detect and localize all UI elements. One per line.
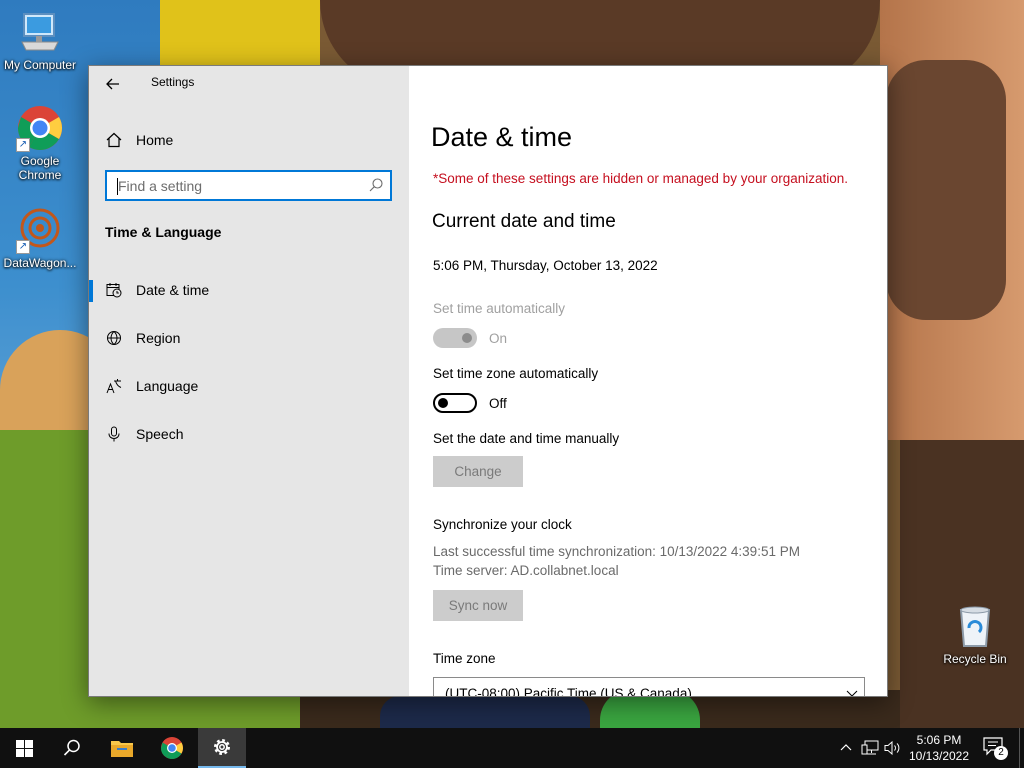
chrome-taskbar-button[interactable] — [148, 728, 196, 768]
settings-content-pane: Date & time *Some of these settings are … — [409, 66, 887, 697]
start-icon — [15, 739, 33, 757]
network-button[interactable] — [860, 738, 880, 758]
nav-item-label: Speech — [136, 426, 184, 442]
set-time-auto-toggle[interactable] — [433, 328, 477, 348]
set-tz-auto-state: Off — [489, 396, 507, 411]
settings-nav-pane: Settings Home Find a setting Time & Lang… — [89, 66, 409, 696]
chrome-icon — [161, 737, 183, 759]
home-icon — [106, 132, 122, 148]
set-manual-label: Set the date and time manually — [433, 431, 620, 446]
date-time-icon — [106, 283, 122, 298]
section-title: Current date and time — [432, 211, 616, 232]
window-title: Settings — [151, 75, 195, 89]
desktop-icon-google-chrome[interactable]: ↗ Google Chrome — [0, 104, 80, 182]
search-icon — [63, 739, 80, 756]
network-icon — [861, 740, 879, 755]
file-explorer-icon — [111, 741, 133, 757]
search-placeholder: Find a setting — [118, 178, 203, 194]
recycle-bin-icon — [951, 602, 999, 650]
nav-home-link[interactable]: Home — [105, 130, 173, 150]
chevron-up-icon — [840, 744, 852, 751]
language-icon — [106, 379, 122, 394]
timezone-value: (UTC-08:00) Pacific Time (US & Canada) — [445, 686, 692, 697]
taskbar-search-button[interactable] — [48, 728, 96, 768]
current-datetime: 5:06 PM, Thursday, October 13, 2022 — [433, 258, 658, 273]
settings-gear-icon — [214, 739, 230, 755]
toggle-knob — [462, 333, 472, 343]
nav-item-language[interactable]: Language — [89, 366, 409, 406]
settings-taskbar-button[interactable] — [198, 728, 246, 768]
page-title: Date & time — [431, 122, 573, 152]
desktop-icon-label: My Computer — [3, 58, 77, 72]
file-explorer-button[interactable] — [98, 728, 146, 768]
nav-item-label: Language — [136, 378, 199, 394]
clock-time: 5:06 PM — [916, 733, 962, 747]
set-tz-auto-label: Set time zone automatically — [433, 366, 599, 381]
back-arrow-icon — [106, 78, 119, 90]
nav-item-date-time[interactable]: Date & time — [89, 270, 409, 310]
microphone-icon — [108, 426, 120, 442]
timezone-select[interactable]: (UTC-08:00) Pacific Time (US & Canada) — [433, 677, 865, 697]
shortcut-arrow-icon: ↗ — [16, 240, 30, 254]
nav-item-region[interactable]: Region — [89, 318, 409, 358]
back-button[interactable] — [101, 72, 125, 96]
sync-label: Synchronize your clock — [433, 517, 572, 532]
nav-item-label: Date & time — [136, 282, 210, 298]
action-center-button[interactable]: 2 — [982, 736, 1008, 760]
time-server-text: Time server: AD.collabnet.local — [433, 563, 619, 578]
selection-indicator — [89, 280, 93, 302]
sync-now-button[interactable]: Sync now — [433, 590, 523, 621]
set-time-auto-label: Set time automatically — [433, 301, 566, 316]
desktop-icon-datawagon[interactable]: ↗ DataWagon... — [0, 206, 80, 270]
desktop-icon-label: DataWagon... — [3, 256, 77, 270]
toggle-knob — [438, 398, 448, 408]
settings-window: Settings Home Find a setting Time & Lang… — [88, 65, 888, 697]
show-hidden-icons-button[interactable] — [836, 738, 856, 758]
taskbar-clock[interactable]: 5:06 PM 10/13/2022 — [900, 732, 978, 764]
nav-item-speech[interactable]: Speech — [89, 414, 409, 454]
datawagon-icon: ↗ — [16, 206, 64, 254]
computer-icon — [16, 8, 64, 56]
timezone-label: Time zone — [433, 651, 496, 666]
set-time-auto-state: On — [489, 331, 508, 346]
desktop-icon-label: Google Chrome — [18, 154, 62, 182]
set-tz-auto-toggle[interactable] — [433, 393, 477, 413]
clock-date: 10/13/2022 — [908, 749, 970, 763]
notification-badge: 2 — [994, 746, 1008, 760]
taskbar: 5:06 PM 10/13/2022 2 — [0, 728, 1024, 768]
desktop-icon-label: Recycle Bin — [943, 652, 1007, 666]
start-button[interactable] — [0, 728, 48, 768]
nav-home-label: Home — [136, 132, 174, 148]
search-input[interactable]: Find a setting — [105, 170, 392, 201]
desktop-icon-my-computer[interactable]: My Computer — [0, 8, 80, 72]
managed-warning: *Some of these settings are hidden or ma… — [433, 171, 849, 186]
shortcut-arrow-icon: ↗ — [16, 138, 30, 152]
last-sync-text: Last successful time synchronization: 10… — [433, 544, 800, 559]
desktop-icon-recycle-bin[interactable]: Recycle Bin — [935, 602, 1015, 666]
change-button[interactable]: Change — [433, 456, 523, 487]
show-desktop-button[interactable] — [1019, 728, 1024, 768]
chrome-icon: ↗ — [16, 104, 64, 152]
search-icon — [369, 178, 383, 192]
chevron-down-icon — [846, 690, 858, 696]
region-icon — [107, 331, 121, 345]
nav-item-label: Region — [136, 330, 181, 346]
nav-section-title: Time & Language — [105, 224, 222, 240]
